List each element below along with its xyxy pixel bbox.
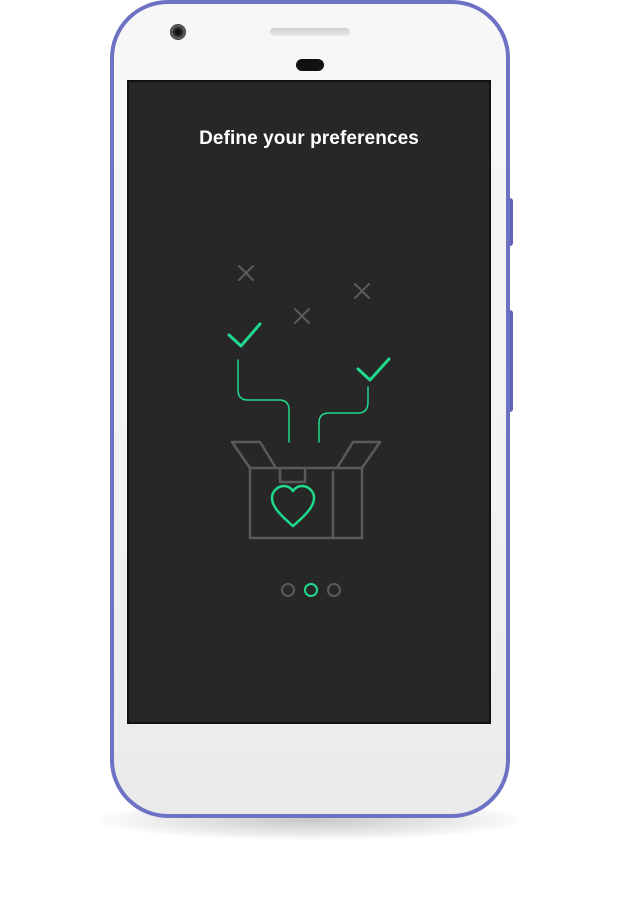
check-icon: [227, 322, 262, 348]
cross-icon: [294, 308, 310, 324]
front-camera: [170, 24, 186, 40]
left-connector-line: [237, 359, 290, 443]
heart-icon: [270, 484, 316, 528]
right-connector-line: [318, 386, 369, 443]
open-box-with-heart-illustration: [227, 265, 391, 540]
box-outline: [230, 440, 382, 540]
page-indicator-dot-1[interactable]: [281, 583, 295, 597]
check-icon: [356, 357, 391, 382]
page-indicator-dot-3[interactable]: [327, 583, 341, 597]
page-indicator: [279, 581, 343, 599]
proximity-sensor: [296, 59, 324, 71]
phone-screen: Define your preferences: [127, 80, 491, 724]
cross-icon: [238, 265, 254, 281]
cross-icon: [354, 283, 370, 299]
page-indicator-dot-2[interactable]: [304, 583, 318, 597]
earpiece-speaker: [270, 28, 350, 36]
